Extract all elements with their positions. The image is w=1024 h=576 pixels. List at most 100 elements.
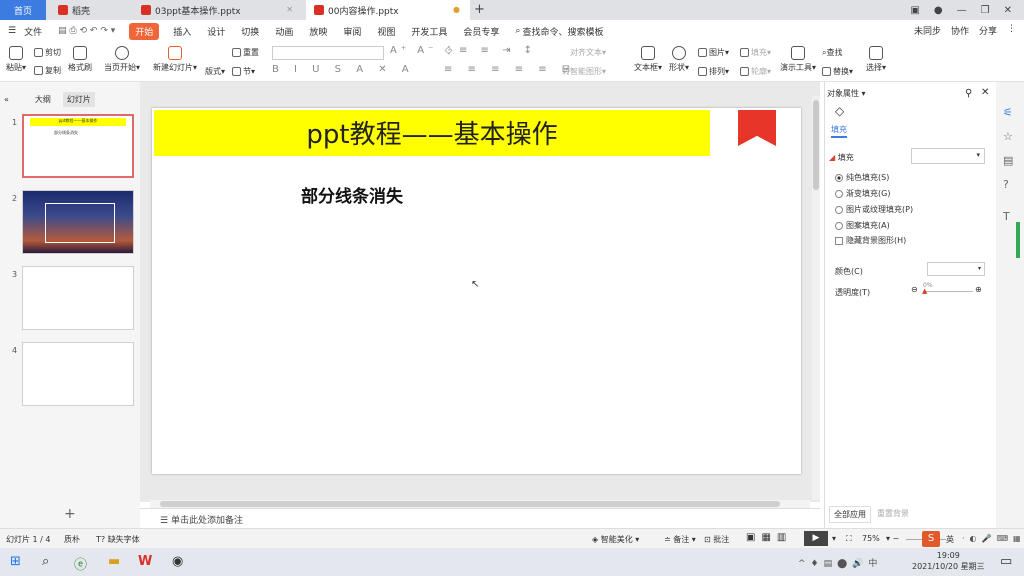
play-slideshow-button[interactable]: ▶	[804, 531, 828, 546]
find-button[interactable]: ⌕查找	[822, 47, 842, 58]
paragraph-align-buttons[interactable]: ≡ ≡ ≡ ≡ ≡ ⊟	[444, 64, 576, 75]
hide-bg-checkbox[interactable]: 隐藏背景图形(H)	[835, 235, 906, 246]
slide-thumbnail-1[interactable]: ppt教程——基本操作 部分线条消失	[22, 114, 134, 178]
help-icon[interactable]: ?	[1003, 178, 1009, 191]
option-picture[interactable]: 图片或纹理填充(P)	[835, 204, 913, 215]
menu-icon[interactable]: ☰	[8, 26, 16, 36]
reset-button[interactable]: 重置	[232, 47, 259, 58]
plus-icon[interactable]: ⊕	[975, 285, 982, 294]
zoom-level[interactable]: 75%	[862, 534, 880, 543]
minus-icon[interactable]: ⊖	[911, 285, 918, 294]
title-background[interactable]: ppt教程——基本操作	[154, 110, 710, 156]
from-current-button[interactable]: 当页开始▾	[104, 46, 140, 73]
menu-transition[interactable]: 切换	[241, 25, 259, 38]
outline-button[interactable]: 轮廓▾	[740, 66, 771, 77]
view-buttons[interactable]: ▣▦▥	[746, 532, 792, 543]
picture-button[interactable]: 图片▾	[698, 47, 729, 58]
notification-icon[interactable]: ▭	[1000, 554, 1012, 569]
wps-icon[interactable]: W	[138, 554, 152, 569]
slide-thumbnail-4[interactable]	[22, 342, 134, 406]
cut-button[interactable]: 剪切	[34, 47, 61, 58]
ime-indicator[interactable]: 英	[946, 534, 954, 545]
font-name-select[interactable]	[272, 46, 384, 60]
more-icon[interactable]: ⋮	[1007, 24, 1016, 37]
slide-thumbnail-3[interactable]	[22, 266, 134, 330]
animation-icon[interactable]: ☆	[1003, 130, 1013, 143]
copy-button[interactable]: 复制	[34, 65, 61, 76]
option-gradient[interactable]: 渐变填充(G)	[835, 188, 890, 199]
text-icon[interactable]: T	[1003, 210, 1010, 223]
menu-file[interactable]: 文件	[24, 25, 42, 38]
tray-icons[interactable]: ^♦▤⬤🔊中	[798, 556, 882, 569]
collapse-icon[interactable]: «	[4, 95, 9, 104]
color-select[interactable]: ▾	[927, 262, 985, 276]
fit-icon[interactable]: ⛶	[846, 534, 852, 544]
tab-docer[interactable]: 稻壳	[50, 0, 130, 20]
menu-member[interactable]: 会员专享	[463, 25, 499, 38]
menu-animation[interactable]: 动画	[275, 25, 293, 38]
new-tab-plus-icon[interactable]: +	[474, 2, 485, 17]
smartart-button[interactable]: 转智能图形▾	[562, 66, 606, 77]
search-icon[interactable]: ⌕	[42, 554, 49, 569]
vertical-scroll-thumb[interactable]	[813, 100, 819, 190]
menu-insert[interactable]: 插入	[173, 25, 191, 38]
side-scroll-indicator[interactable]	[1016, 222, 1020, 258]
option-solid[interactable]: 纯色填充(S)	[835, 172, 889, 183]
share-button[interactable]: 分享	[979, 24, 997, 37]
pin-icon[interactable]: ⚲	[965, 88, 972, 99]
textbox-button[interactable]: 文本框▾	[634, 46, 662, 73]
search-command[interactable]: 查找命令、搜索模板	[522, 25, 603, 38]
dropdown-icon[interactable]: ▾	[832, 534, 836, 543]
fill-type-select[interactable]: ▾	[911, 148, 985, 164]
missing-font[interactable]: T? 缺失字体	[96, 534, 140, 545]
avatar[interactable]: ●	[934, 5, 943, 16]
menu-start[interactable]: 开始	[129, 22, 160, 40]
windows-start-icon[interactable]: ⊞	[10, 554, 21, 569]
slide-subtitle[interactable]: 部分线条消失	[301, 182, 403, 207]
font-format-buttons[interactable]: B I U S A ✕ A	[272, 64, 415, 75]
properties-icon[interactable]: ⚟	[1003, 106, 1013, 119]
restore-icon[interactable]: ❐	[981, 5, 990, 16]
reset-bg-button[interactable]: 重置背景	[873, 506, 913, 521]
layout-button[interactable]: 版式▾	[205, 66, 225, 77]
smart-beautify-button[interactable]: ◈ 智能美化 ▾	[592, 534, 639, 545]
sogou-icon[interactable]: S	[922, 531, 940, 547]
transparency-slider[interactable]	[923, 291, 973, 292]
tab-outline[interactable]: 大纲	[35, 94, 51, 105]
window-close-icon[interactable]: ✕	[1004, 5, 1012, 16]
arrange-button[interactable]: 排列▾	[698, 66, 729, 77]
quick-access-icons[interactable]: ▤ ⎙ ⟲ ↶ ↷ ▾	[58, 26, 115, 36]
new-slide-button[interactable]: 新建幻灯片▾	[153, 46, 197, 73]
browser-icon[interactable]: ⓔ	[74, 554, 87, 573]
menu-view[interactable]: 视图	[377, 25, 395, 38]
notes-area[interactable]: ☰ 单击此处添加备注	[140, 508, 820, 528]
horizontal-scroll-thumb[interactable]	[160, 501, 780, 507]
slide-title[interactable]: ppt教程——基本操作	[154, 114, 710, 151]
fill-button[interactable]: 填充▾	[740, 47, 771, 58]
tab-file-03[interactable]: 03ppt基本操作.pptx ✕	[133, 0, 303, 20]
minimize-icon[interactable]: —	[957, 5, 967, 16]
apply-all-button[interactable]: 全部应用	[829, 506, 871, 523]
tab-file-00[interactable]: 00内容操作.pptx ●	[306, 0, 470, 20]
gallery-icon[interactable]: ▤	[1003, 154, 1013, 167]
system-clock[interactable]: 19:09 2021/10/20 星期三	[912, 550, 985, 572]
tab-fill[interactable]: 填充	[831, 124, 847, 138]
paste-button[interactable]: 粘贴▾	[6, 46, 26, 73]
bookmark-ribbon-icon[interactable]	[738, 110, 776, 146]
comment-button[interactable]: ⊡ 批注	[704, 534, 729, 545]
replace-button[interactable]: 替换▾	[822, 66, 853, 77]
format-painter-button[interactable]: 格式刷	[68, 46, 92, 73]
option-pattern[interactable]: 图案填充(A)	[835, 220, 890, 231]
menu-developer[interactable]: 开发工具	[411, 25, 447, 38]
menu-review[interactable]: 审阅	[343, 25, 361, 38]
slide-thumbnail-2[interactable]	[22, 190, 134, 254]
slide-canvas[interactable]: ppt教程——基本操作 部分线条消失	[152, 108, 801, 474]
theme-name[interactable]: 质朴	[64, 534, 80, 545]
menu-design[interactable]: 设计	[207, 25, 225, 38]
shape-button[interactable]: 形状▾	[669, 46, 689, 73]
section-button[interactable]: 节▾	[232, 66, 255, 77]
list-buttons[interactable]: ⋮≡ ≡ ⇥ ↕	[444, 45, 537, 56]
layout-icon[interactable]: ▣	[910, 5, 919, 16]
menu-slideshow[interactable]: 放映	[309, 25, 327, 38]
close-icon[interactable]: ✕	[286, 5, 293, 14]
